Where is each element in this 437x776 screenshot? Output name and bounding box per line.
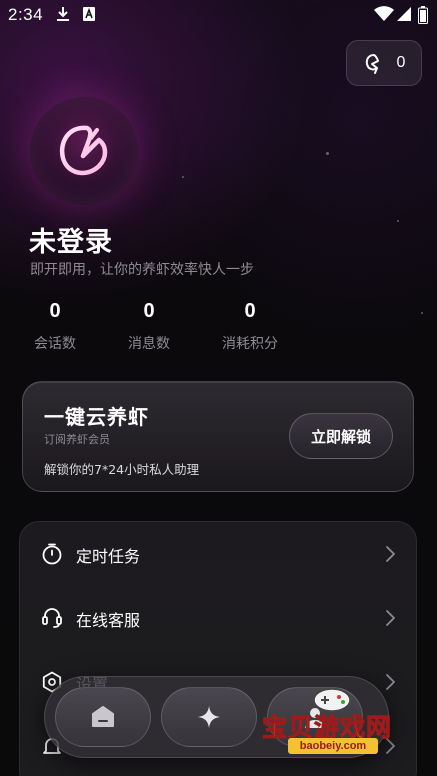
stat-label: 会话数 bbox=[34, 336, 76, 352]
home-icon bbox=[92, 706, 114, 727]
stat-messages: 0 消息数 bbox=[109, 300, 189, 353]
background-star bbox=[397, 220, 399, 222]
points-value: 0 bbox=[396, 54, 406, 71]
stat-label: 消息数 bbox=[128, 336, 170, 352]
menu-item-customer-service[interactable]: 在线客服 bbox=[20, 586, 418, 650]
status-bar: 2:34 bbox=[0, 0, 437, 30]
battery-icon bbox=[418, 6, 428, 24]
shrimp-logo-icon bbox=[59, 125, 108, 176]
avatar[interactable] bbox=[30, 97, 138, 205]
stat-value: 0 bbox=[49, 300, 61, 322]
stat-sessions: 0 会话数 bbox=[15, 300, 95, 353]
unlock-button[interactable]: 立即解锁 bbox=[289, 413, 393, 459]
user-name[interactable]: 未登录 bbox=[29, 220, 113, 259]
nav-tab-discover[interactable] bbox=[161, 687, 257, 747]
menu-label: 在线客服 bbox=[76, 611, 141, 630]
headset-icon bbox=[42, 608, 62, 628]
watermark-url: baobeiy.com bbox=[288, 738, 378, 754]
a-badge-icon bbox=[83, 7, 95, 21]
status-time: 2:34 bbox=[8, 5, 44, 24]
background-star bbox=[182, 176, 184, 178]
shrimp-coin-icon bbox=[365, 54, 379, 74]
background-star bbox=[421, 312, 423, 314]
sparkle-icon bbox=[198, 706, 220, 728]
wifi-icon bbox=[374, 6, 394, 21]
stat-value: 0 bbox=[143, 300, 155, 322]
chevron-right-icon bbox=[386, 610, 395, 626]
promo-subtitle: 订阅养虾会员 bbox=[44, 433, 110, 446]
signal-icon bbox=[397, 7, 411, 21]
menu-item-scheduled-tasks[interactable]: 定时任务 bbox=[20, 522, 418, 586]
promo-title: 一键云养虾 bbox=[44, 405, 149, 429]
menu-label: 定时任务 bbox=[76, 547, 141, 566]
nav-tab-home[interactable] bbox=[55, 687, 151, 747]
chevron-right-icon bbox=[386, 546, 395, 562]
membership-promo-card[interactable]: 一键云养虾 订阅养虾会员 解锁你的7*24小时私人助理 立即解锁 bbox=[22, 381, 414, 492]
promo-description: 解锁你的7*24小时私人助理 bbox=[44, 462, 200, 477]
stat-label: 消耗积分 bbox=[222, 336, 278, 352]
download-icon bbox=[57, 7, 69, 21]
background-star bbox=[326, 152, 329, 155]
watermark: 宝贝游戏网 baobeiy.com bbox=[258, 684, 408, 758]
stat-points-used: 0 消耗积分 bbox=[210, 300, 290, 353]
points-button[interactable]: 0 bbox=[346, 40, 422, 86]
stat-value: 0 bbox=[244, 300, 256, 322]
user-subtitle: 即开即用，让你的养虾效率快人一步 bbox=[30, 262, 254, 278]
timer-icon bbox=[42, 543, 62, 565]
